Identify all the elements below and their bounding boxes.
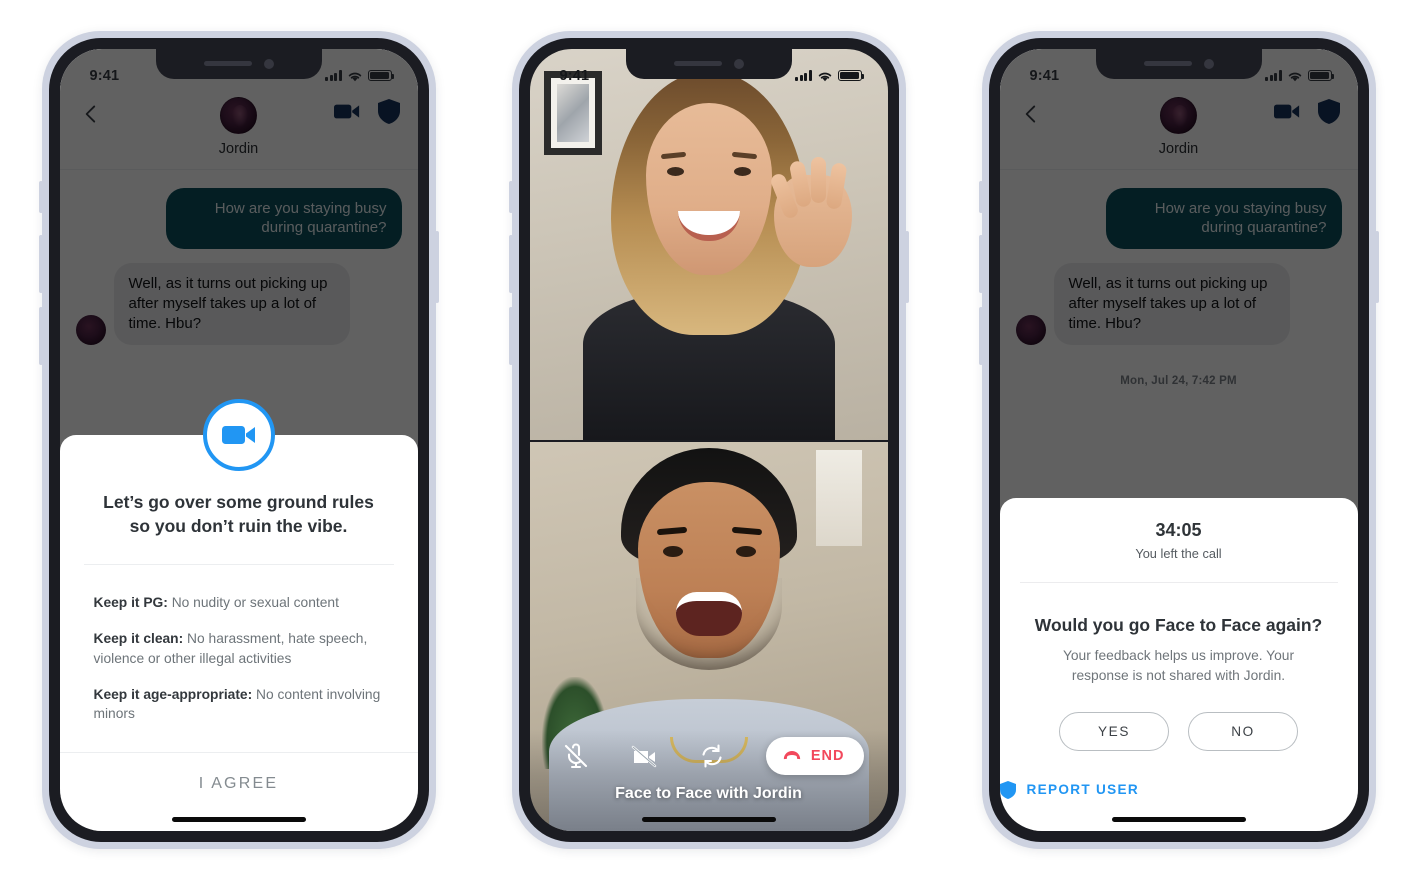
report-user-button[interactable]: REPORT USER — [999, 751, 1140, 803]
battery-full-icon — [1307, 69, 1334, 82]
end-call-label: END — [810, 747, 845, 764]
phone-screen: END Face to Face with Jordin 9:41 — [529, 48, 888, 831]
earpiece-speaker — [1143, 61, 1192, 66]
volume-down-button[interactable] — [508, 306, 513, 365]
person-mouth — [675, 591, 742, 636]
mute-switch[interactable] — [38, 180, 43, 213]
phone-active-call: END Face to Face with Jordin 9:41 — [508, 30, 909, 849]
finger — [810, 156, 826, 203]
phone-body: Jordin How are you staying busy during q… — [988, 37, 1369, 842]
call-duration-subtitle: You left the call — [1135, 546, 1222, 562]
person-eye — [662, 545, 683, 557]
shield-icon — [999, 780, 1016, 799]
video-badge — [202, 399, 275, 472]
rule-item: Keep it PG: No nudity or sexual content — [94, 593, 384, 612]
video-camera-icon — [221, 426, 255, 445]
end-call-button[interactable]: END — [765, 736, 864, 775]
status-icons — [1265, 69, 1334, 82]
rule-title: Keep it PG: — [93, 594, 168, 610]
call-duration: 34:05 — [1155, 520, 1202, 541]
call-controls-bar: END Face to Face with Jordin — [529, 728, 888, 831]
battery-full-icon — [367, 69, 394, 82]
volume-down-button[interactable] — [978, 306, 983, 365]
status-time: 9:41 — [89, 67, 120, 84]
front-camera — [733, 58, 744, 69]
wifi-icon — [818, 72, 831, 81]
wifi-icon — [1288, 72, 1301, 81]
video-call-screen: END Face to Face with Jordin — [529, 48, 888, 831]
remote-video-tile[interactable] — [529, 48, 888, 440]
phone-body: Jordin How are you staying busy during q… — [48, 37, 429, 842]
device-notch — [1095, 48, 1262, 79]
ground-rules-sheet: Let’s go over some ground rules so you d… — [59, 399, 418, 831]
feedback-yes-button[interactable]: YES — [1059, 711, 1169, 751]
rule-title: Keep it age-appropriate: — [93, 686, 253, 702]
phone-screen: Jordin How are you staying busy during q… — [59, 48, 418, 831]
volume-down-button[interactable] — [38, 306, 43, 365]
front-camera — [1203, 58, 1214, 69]
volume-up-button[interactable] — [508, 234, 513, 293]
phone-post-call-feedback: Jordin How are you staying busy during q… — [978, 30, 1379, 849]
report-user-label: REPORT USER — [1026, 782, 1139, 797]
flip-camera-icon — [702, 743, 722, 768]
phone-hangup-icon — [783, 750, 801, 759]
power-button[interactable] — [434, 230, 439, 303]
phone-body: END Face to Face with Jordin 9:41 — [518, 37, 899, 842]
volume-up-button[interactable] — [38, 234, 43, 293]
home-indicator[interactable] — [1111, 816, 1246, 822]
earpiece-speaker — [203, 61, 252, 66]
front-camera — [263, 58, 274, 69]
i-agree-button[interactable]: I AGREE — [60, 753, 418, 803]
feedback-sheet: 34:05 You left the call Would you go Fac… — [999, 498, 1358, 831]
flip-camera-button[interactable] — [698, 742, 726, 770]
status-icons — [325, 69, 394, 82]
mute-switch[interactable] — [978, 180, 983, 213]
status-time: 9:41 — [559, 67, 590, 84]
home-indicator[interactable] — [171, 816, 306, 822]
device-notch — [155, 48, 322, 79]
battery-full-icon — [837, 69, 864, 82]
volume-up-button[interactable] — [978, 234, 983, 293]
feedback-no-button[interactable]: NO — [1188, 711, 1298, 751]
feedback-description: Your feedback helps us improve. Your res… — [1062, 648, 1295, 683]
status-icons — [795, 69, 864, 82]
power-button[interactable] — [1374, 230, 1379, 303]
call-controls-row: END — [530, 729, 888, 783]
rule-title: Keep it clean: — [93, 631, 184, 647]
rule-text: No nudity or sexual content — [167, 594, 339, 610]
cellular-bars-icon — [1265, 70, 1282, 81]
home-indicator[interactable] — [641, 816, 776, 822]
video-off-icon — [631, 745, 656, 767]
phone-screen: Jordin How are you staying busy during q… — [999, 48, 1358, 831]
feedback-answer-buttons: YES NO — [1000, 686, 1358, 751]
rule-item: Keep it age-appropriate: No content invo… — [94, 685, 384, 724]
mute-switch[interactable] — [508, 180, 513, 213]
status-time: 9:41 — [1029, 67, 1060, 84]
person-eye — [666, 166, 684, 176]
earpiece-speaker — [673, 61, 722, 66]
mic-off-icon — [564, 743, 587, 768]
feedback-question: Would you go Face to Face again? — [1034, 615, 1323, 636]
mic-off-button[interactable] — [562, 742, 590, 770]
video-off-button[interactable] — [630, 742, 658, 770]
rules-list: Keep it PG: No nudity or sexual content … — [60, 565, 418, 724]
phone-mockup-stage: Jordin How are you staying busy during q… — [0, 0, 1417, 879]
person-eye — [735, 545, 756, 557]
rule-item: Keep it clean: No harassment, hate speec… — [94, 629, 384, 668]
person-eye — [733, 166, 751, 176]
cellular-bars-icon — [325, 70, 342, 81]
phone-ground-rules: Jordin How are you staying busy during q… — [38, 30, 439, 849]
doorway — [815, 449, 862, 546]
power-button[interactable] — [904, 230, 909, 303]
device-notch — [625, 48, 792, 79]
cellular-bars-icon — [795, 70, 812, 81]
wifi-icon — [348, 72, 361, 81]
